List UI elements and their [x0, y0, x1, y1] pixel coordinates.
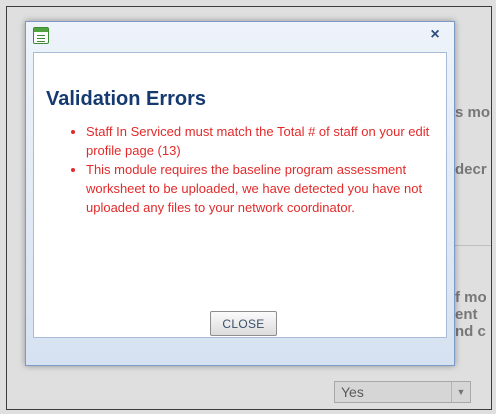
close-icon[interactable]: ×	[426, 26, 444, 44]
dialog-content: Validation Errors Staff In Serviced must…	[33, 52, 447, 338]
error-item: Staff In Serviced must match the Total #…	[86, 122, 451, 160]
error-list: Staff In Serviced must match the Total #…	[72, 122, 451, 217]
validation-dialog: × Validation Errors Staff In Serviced mu…	[25, 21, 455, 366]
dialog-footer	[26, 339, 454, 365]
dialog-title: Validation Errors	[46, 88, 207, 110]
notepad-icon	[33, 27, 49, 44]
close-button[interactable]: CLOSE	[210, 311, 277, 336]
dialog-titlebar: ×	[26, 22, 454, 52]
error-item: This module requires the baseline progra…	[86, 160, 451, 217]
